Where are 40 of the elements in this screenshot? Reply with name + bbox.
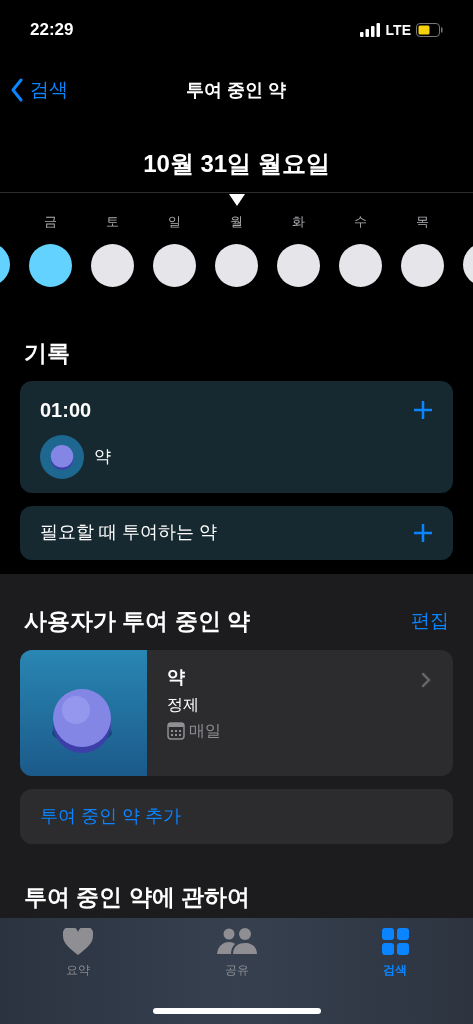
network-label: LTE <box>385 20 411 40</box>
add-icon[interactable] <box>413 399 433 420</box>
edit-link[interactable]: 편집 <box>411 606 449 635</box>
weekday-label: 금 <box>44 213 57 231</box>
as-needed-card[interactable]: 필요할 때 투여하는 약 <box>20 505 453 560</box>
dose-time: 01:00 <box>40 397 92 423</box>
weekday-label: 일 <box>168 213 181 231</box>
heart-icon <box>63 928 93 955</box>
chevron-right-icon <box>421 672 431 688</box>
dose-card[interactable]: 01:00 약 <box>20 380 453 493</box>
nav-title: 투여 중인 약 <box>186 78 287 102</box>
section-heading: 투여 중인 약에 관하여 <box>23 883 252 912</box>
tab-item[interactable]: 요약 <box>28 928 128 979</box>
current-day-marker-icon <box>228 194 245 206</box>
add-medication-button[interactable]: 투여 중인 약 추가 <box>20 789 453 844</box>
tab-item[interactable]: 공유 <box>186 928 287 979</box>
calendar-icon <box>167 722 185 740</box>
medication-form: 정제 <box>167 695 200 715</box>
battery-icon <box>416 23 443 37</box>
medication-card[interactable]: 약 정제 매일 <box>20 650 453 776</box>
section-heading: 사용자가 투여 중인 약 <box>24 606 251 636</box>
add-icon[interactable] <box>413 522 433 543</box>
back-button[interactable]: 검색 <box>10 75 68 105</box>
status-time: 22:29 <box>30 19 74 42</box>
medication-name: 약 <box>94 445 111 468</box>
weekday-label: 화 <box>292 213 305 231</box>
grid-icon <box>381 928 409 955</box>
section-heading: 기록 <box>23 339 71 368</box>
as-needed-label: 필요할 때 투여하는 약 <box>40 521 217 544</box>
medication-name: 약 <box>167 666 186 689</box>
signal-icon <box>359 23 381 37</box>
people-icon <box>216 928 257 955</box>
weekday-label: 목 <box>416 213 429 231</box>
weekday-label: 수 <box>354 213 367 231</box>
schedule-label: 매일 <box>189 721 221 741</box>
chevron-left-icon <box>10 78 24 102</box>
date-title: 10월 31일 월요일 <box>143 149 330 179</box>
weekday-label: 월 <box>230 213 243 231</box>
tab-item[interactable]: 검색 <box>345 928 445 979</box>
weekday-label: 토 <box>106 213 119 231</box>
